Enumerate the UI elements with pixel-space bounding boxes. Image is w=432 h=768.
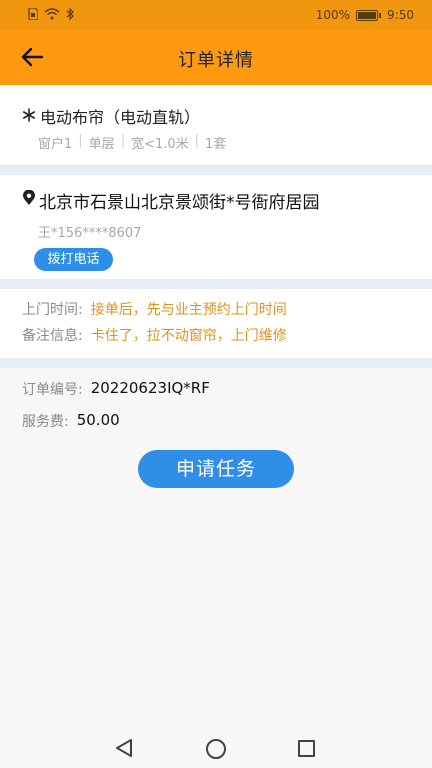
spec-window: 窗户1 — [38, 137, 73, 152]
section-divider — [0, 358, 432, 368]
wifi-icon — [44, 8, 60, 23]
remark-value: 卡住了，拉不动窗帘，上门维修 — [90, 328, 287, 344]
order-number-row: 订单编号: 20220623IQ*RF — [22, 379, 210, 399]
system-nav-bar — [0, 728, 432, 768]
spec-divider: | — [78, 133, 83, 148]
visit-time-value: 接单后，先与业主预约上门时间 — [90, 302, 287, 318]
bluetooth-icon — [66, 7, 74, 23]
visit-time-row: 上门时间: 接单后，先与业主预约上门时间 — [22, 299, 287, 319]
snowflake-icon — [22, 107, 36, 126]
remark-label: 备注信息: — [22, 328, 83, 344]
spec-layer: 单层 — [88, 137, 115, 152]
battery-icon — [356, 9, 379, 21]
status-icons — [28, 7, 74, 23]
section-divider — [0, 279, 432, 289]
spec-quantity: 1套 — [205, 137, 227, 152]
spec-divider: | — [194, 133, 200, 148]
battery-tip — [379, 12, 382, 18]
nav-back-icon[interactable] — [114, 738, 134, 762]
app-bar: 订单详情 — [0, 30, 432, 85]
location-icon — [22, 189, 36, 211]
order-number-value: 20220623IQ*RF — [90, 379, 210, 397]
product-name-text: 电动布帘（电动直轨） — [40, 108, 201, 127]
service-fee-row: 服务费: 50.00 — [22, 411, 120, 431]
page-title: 订单详情 — [178, 50, 254, 71]
clock: 9:50 — [387, 8, 414, 22]
address-line: 北京市石景山北京景颂街*号衙府居园 — [22, 188, 320, 213]
nav-recent-apps-icon[interactable] — [298, 740, 315, 757]
apply-task-button[interactable]: 申请任务 — [138, 450, 294, 488]
visit-time-label: 上门时间: — [22, 302, 83, 318]
contact-info: 王*156****8607 — [38, 226, 142, 241]
sim-icon — [28, 7, 39, 23]
service-fee-label: 服务费: — [22, 414, 69, 430]
status-right: 100% 9:50 — [316, 8, 414, 22]
spec-row: 窗户1 | 单层 | 宽<1.0米 | 1套 — [38, 133, 226, 152]
order-number-label: 订单编号: — [22, 382, 83, 398]
address-text: 北京市石景山北京景颂街*号衙府居园 — [39, 193, 320, 213]
remark-row: 备注信息: 卡住了，拉不动窗帘，上门维修 — [22, 325, 287, 345]
status-bar: 100% 9:50 — [0, 0, 432, 30]
section-divider — [0, 165, 432, 175]
product-name: 电动布帘（电动直轨） — [22, 104, 200, 128]
nav-home-icon[interactable] — [206, 739, 226, 759]
call-button[interactable]: 拨打电话 — [34, 248, 113, 271]
spec-divider: | — [120, 133, 126, 148]
battery-percent: 100% — [315, 8, 351, 22]
spec-width: 宽<1.0米 — [131, 137, 189, 152]
service-fee-value: 50.00 — [76, 411, 120, 429]
